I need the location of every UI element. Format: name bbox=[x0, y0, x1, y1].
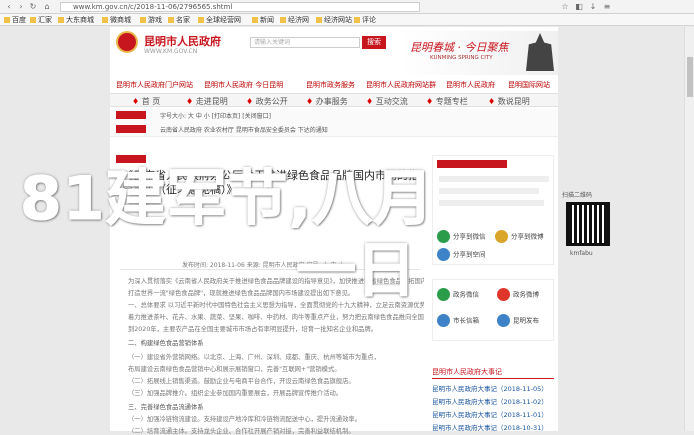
mayor-mailbox-link[interactable]: 市长信箱 bbox=[437, 314, 479, 327]
release-icon bbox=[497, 314, 510, 327]
main-nav: ♦ 首 页 ♦ 走进昆明 ♦ 政务公开 ♦ 办事服务 ♦ 互动交流 ♦ 专题专栏… bbox=[110, 93, 558, 107]
nav-item-gov-affairs[interactable]: ♦ 政务公开 bbox=[246, 96, 288, 107]
sidebar-placeholder-line bbox=[439, 200, 544, 206]
nav-item-data[interactable]: ♦ 数说昆明 bbox=[488, 96, 530, 107]
forward-icon[interactable]: › bbox=[16, 2, 26, 12]
nav-item-services[interactable]: ♦ 办事服务 bbox=[306, 96, 348, 107]
sidebar-placeholder-line bbox=[439, 176, 549, 182]
qr-sublabel: kmfabu bbox=[570, 250, 593, 257]
bookmarks-bar: 百度 汇家 大东商城 微商城 游戏 名家 全球经营网 新闻 经济网 经济网站 评… bbox=[0, 14, 694, 26]
sidebar-panel: 分享到微信 分享到微博 分享到空间 bbox=[432, 155, 554, 265]
address-bar-row: ‹ › ↻ ⌂ www.km.gov.cn/c/2018-11-06/27965… bbox=[0, 0, 694, 14]
wechat-icon bbox=[437, 288, 450, 301]
article-paragraph: （一）建设省外营销网络。以北京、上海、广州、深圳、成都、重庆、杭州等城市为重点， bbox=[128, 354, 380, 361]
nav-item-about[interactable]: ♦ 走进昆明 bbox=[186, 96, 228, 107]
bookmark-item[interactable]: 全球经营网 bbox=[198, 15, 241, 25]
qzone-icon bbox=[437, 248, 450, 261]
qr-code-icon bbox=[566, 202, 610, 246]
article-paragraph: 着力推进茶叶、花卉、水果、蔬菜、坚果、咖啡、中药材、肉牛等重点产业，努力把云南绿… bbox=[128, 314, 424, 321]
events-title: 昆明市人民政府大事记 bbox=[432, 367, 554, 379]
bookmark-item[interactable]: 微商城 bbox=[102, 15, 131, 25]
scrollbar-thumb[interactable] bbox=[687, 57, 693, 97]
bookmark-item[interactable]: 名家 bbox=[168, 15, 190, 25]
events-list-item[interactable]: 昆明市人民政府大事记（2018-11-01） bbox=[432, 409, 548, 419]
back-icon[interactable]: ‹ bbox=[4, 2, 14, 12]
top-link[interactable]: 昆明市政务服务 bbox=[306, 80, 355, 90]
page-scrollbar[interactable] bbox=[684, 27, 694, 431]
top-link[interactable]: 昆明国际网站 bbox=[508, 80, 550, 90]
bookmark-item[interactable]: 经济网站 bbox=[316, 15, 352, 25]
banner-subtitle: KUNMING SPRING CITY bbox=[430, 55, 493, 61]
search-input[interactable]: 请输入关键词 bbox=[250, 37, 360, 48]
gov-weibo-link[interactable]: 政务微博 bbox=[497, 288, 539, 301]
banner-title: 昆明春城 · 今日聚焦 bbox=[410, 41, 509, 54]
bookmark-item[interactable]: 评论 bbox=[354, 15, 376, 25]
site-header: 昆明市人民政府 WWW.KM.GOV.CN 请输入关键词 搜索 昆明春城 · 今… bbox=[110, 27, 558, 79]
site-title: 昆明市人民政府 bbox=[144, 35, 221, 48]
article-paragraph: （三）加强品牌推介。组织企业参加国内重要展会，开展品牌宣传推介活动。 bbox=[128, 390, 343, 397]
share-wechat[interactable]: 分享到微信 bbox=[437, 230, 486, 243]
nav-item-home[interactable]: ♦ 首 页 bbox=[132, 96, 160, 107]
gov-wechat-link[interactable]: 政务微信 bbox=[437, 288, 479, 301]
article-paragraph: 到2020年，主要农产品在全国主要城市市场占有率明显提升，培育一批知名企业和品牌… bbox=[128, 326, 378, 333]
bookmark-item[interactable]: 经济网 bbox=[280, 15, 309, 25]
nav-item-topics[interactable]: ♦ 专题专栏 bbox=[426, 96, 468, 107]
events-panel: 昆明市人民政府大事记 昆明市人民政府大事记（2018-11-05） 昆明市人民政… bbox=[432, 367, 554, 432]
url-input[interactable]: www.km.gov.cn/c/2018-11-06/2796565.shtml bbox=[60, 2, 420, 12]
article-paragraph: （二）拓展线上销售渠道。鼓励企业与电商平台合作，开设云南绿色食品旗舰店。 bbox=[128, 378, 355, 385]
share-weibo[interactable]: 分享到微博 bbox=[495, 230, 544, 243]
bookmark-item[interactable]: 大东商城 bbox=[58, 15, 94, 25]
sidebar-placeholder-line bbox=[439, 188, 539, 194]
breadcrumb-line: 云南省人民政府 农业农村厅 昆明市食品安全委员会 下达的通知 bbox=[160, 127, 328, 134]
breadcrumb: 字号大小: 大 中 小 [打印本页] [关闭窗口] 云南省人民政府 农业农村厅 … bbox=[110, 109, 558, 137]
weibo-icon bbox=[495, 230, 508, 243]
top-link[interactable]: 昆明市人民政府网站群 bbox=[366, 80, 436, 90]
qr-panel: 扫描二维码 kmfabu bbox=[560, 190, 640, 270]
download-icon[interactable]: ↓ bbox=[588, 2, 598, 12]
top-link[interactable]: 昆明市人民政府 bbox=[446, 80, 495, 90]
qr-label: 扫描二维码 bbox=[562, 192, 593, 199]
menu-icon[interactable]: ≡ bbox=[602, 2, 612, 12]
wechat-icon bbox=[437, 230, 450, 243]
bookmark-item[interactable]: 百度 bbox=[4, 15, 26, 25]
events-list-item[interactable]: 昆明市人民政府大事记（2018-11-05） bbox=[432, 383, 548, 393]
section-tag bbox=[116, 125, 146, 133]
bookmark-item[interactable]: 汇家 bbox=[30, 15, 52, 25]
banner-image: 昆明春城 · 今日聚焦 KUNMING SPRING CITY bbox=[400, 31, 558, 75]
pagoda-icon bbox=[526, 33, 554, 71]
weibo-icon bbox=[497, 288, 510, 301]
bookmark-item[interactable]: 新闻 bbox=[252, 15, 274, 25]
extension-icon[interactable]: ◧ bbox=[574, 2, 584, 12]
bookmark-item[interactable]: 游戏 bbox=[140, 15, 162, 25]
article-paragraph: 布局建设云南绿色食品营销中心和展示展销窗口，完善"互联网+"营销模式。 bbox=[128, 366, 341, 373]
site-url: WWW.KM.GOV.CN bbox=[144, 48, 198, 55]
top-links: 昆明市人民政府门户网站 昆明市人民政府 今日昆明 昆明市政务服务 昆明市人民政府… bbox=[116, 80, 556, 90]
events-list-item[interactable]: 昆明市人民政府大事记（2018-11-02） bbox=[432, 396, 548, 406]
km-release-link[interactable]: 昆明发布 bbox=[497, 314, 539, 327]
top-link[interactable]: 昆明市人民政府门户网站 bbox=[116, 80, 193, 90]
social-panel: 政务微信 政务微博 市长信箱 昆明发布 bbox=[432, 279, 554, 341]
overlay-headline-second: 一日 bbox=[296, 236, 417, 307]
sidebar: 分享到微信 分享到微博 分享到空间 政务微信 政务微博 市长信箱 昆明发布 昆明… bbox=[432, 155, 554, 432]
home-icon[interactable]: ⌂ bbox=[42, 2, 52, 12]
section-tag bbox=[116, 111, 146, 119]
share-qzone[interactable]: 分享到空间 bbox=[437, 248, 486, 261]
government-emblem-icon bbox=[116, 31, 138, 53]
article-subheading: 二、构建绿色食品营销体系 bbox=[128, 340, 204, 347]
top-link[interactable]: 昆明市人民政府 今日昆明 bbox=[204, 80, 283, 90]
article-paragraph: （一）加强冷链物流建设。支持建设产地冷库和冷链物流配送中心，提升流通效率。 bbox=[128, 416, 361, 423]
sidebar-header-bar bbox=[437, 160, 507, 168]
mail-icon bbox=[437, 314, 450, 327]
nav-item-interaction[interactable]: ♦ 互动交流 bbox=[366, 96, 408, 107]
breadcrumb-line: 字号大小: 大 中 小 [打印本页] [关闭窗口] bbox=[160, 113, 271, 120]
bookmark-star-icon[interactable]: ☆ bbox=[560, 2, 570, 12]
refresh-icon[interactable]: ↻ bbox=[28, 2, 38, 12]
search-button[interactable]: 搜索 bbox=[362, 36, 386, 49]
article-subheading: 三、完善绿色食品流通体系 bbox=[128, 404, 204, 411]
